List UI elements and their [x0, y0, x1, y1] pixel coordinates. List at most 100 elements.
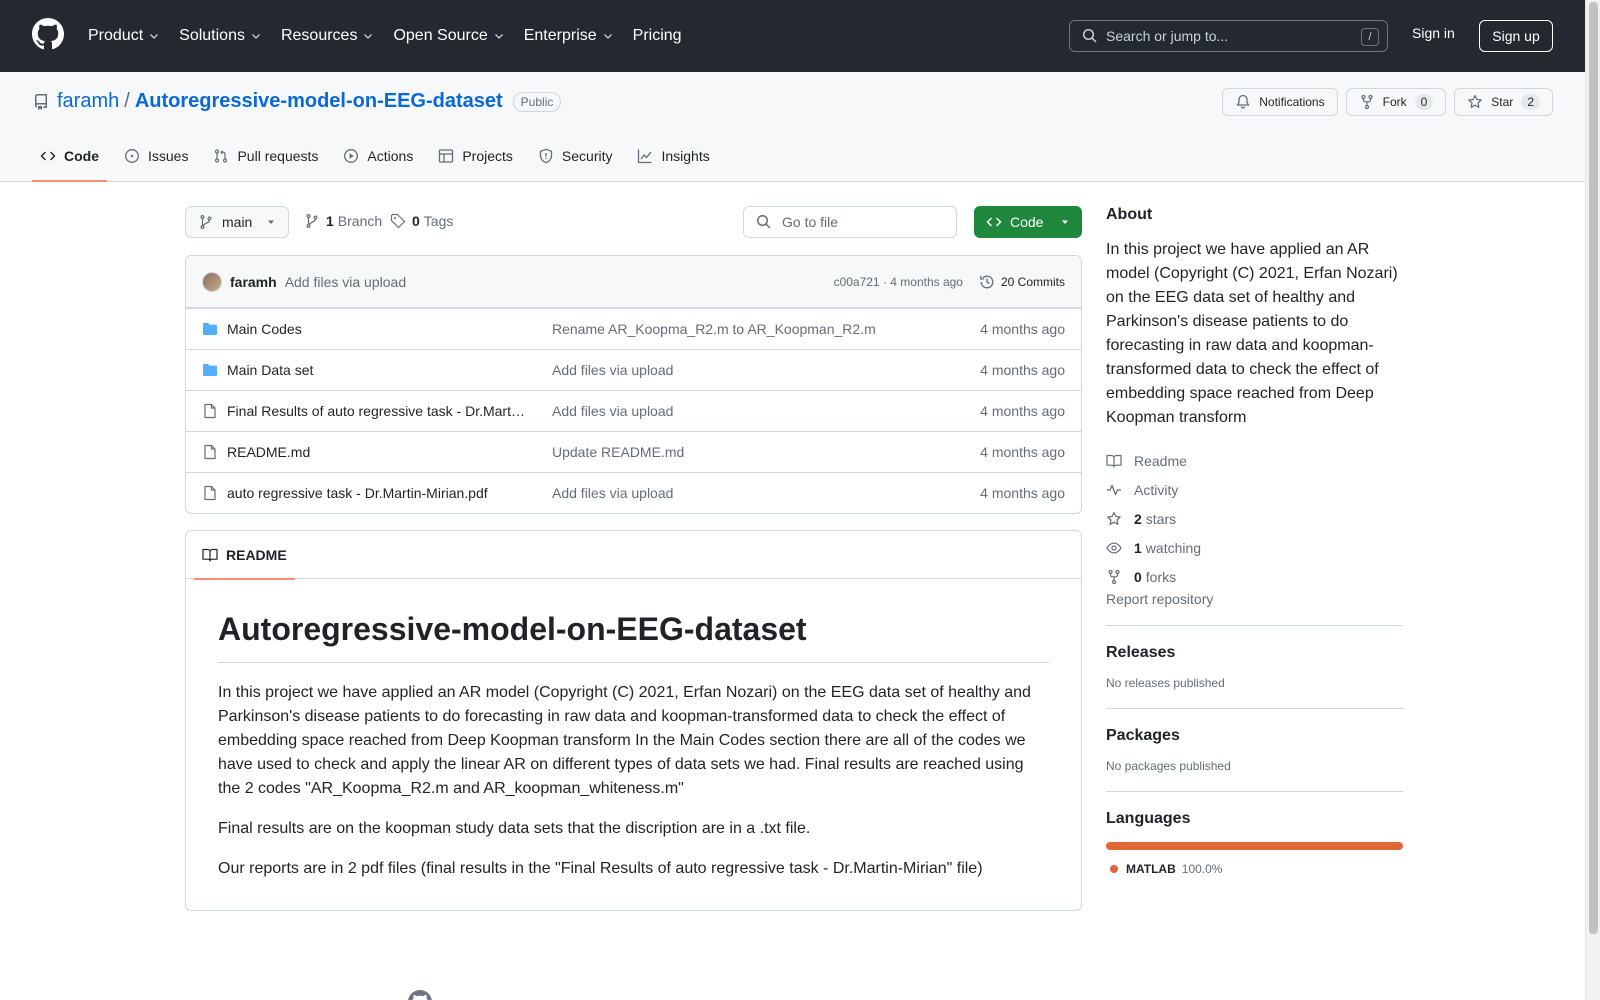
readme-tabbar: README [186, 531, 1081, 580]
releases-empty-text: No releases published [1106, 676, 1225, 690]
chevron-down-icon [603, 34, 612, 39]
star-button[interactable]: Star 2 [1454, 88, 1553, 116]
repo-sidebar: About In this project we have applied an… [1106, 206, 1403, 876]
file-row[interactable]: Final Results of auto regressive task - … [186, 390, 1081, 431]
notifications-button[interactable]: Notifications [1222, 88, 1338, 116]
language-percent: 100.0% [1181, 862, 1223, 876]
fork-button[interactable]: Fork 0 [1345, 88, 1447, 116]
tags-link[interactable]: 0 Tags [390, 213, 453, 229]
star-icon [1468, 94, 1483, 108]
nav-solutions[interactable]: Solutions [179, 27, 262, 45]
tab-security[interactable]: Security [530, 129, 621, 182]
readme-link-label: Readme [1134, 452, 1187, 469]
repo-tabs: Code Issues Pull requests Actions Projec… [32, 129, 727, 182]
divider [1106, 625, 1403, 626]
tab-code-label: Code [64, 147, 99, 164]
sign-in-link[interactable]: Sign in [1412, 25, 1455, 41]
commit-message[interactable]: Add files via upload [285, 274, 406, 290]
github-footer-logo-icon[interactable] [408, 990, 432, 1000]
folder-icon [203, 323, 217, 335]
tab-insights[interactable]: Insights [629, 129, 717, 182]
folder-icon [203, 364, 217, 376]
repo-separator: / [124, 90, 130, 112]
about-heading: About [1106, 206, 1153, 223]
forks-count: 0 [1134, 568, 1142, 585]
branch-selector[interactable]: main [185, 206, 289, 238]
branch-label: Branch [337, 213, 383, 229]
readme-link[interactable]: Readme [1106, 446, 1403, 475]
forks-link[interactable]: 0 forks [1106, 562, 1403, 591]
file-row[interactable]: Main Codes Rename AR_Koopma_R2.m to AR_K… [186, 308, 1081, 349]
tab-pull-requests[interactable]: Pull requests [205, 129, 326, 182]
tab-projects[interactable]: Projects [430, 129, 521, 182]
tab-security-label: Security [561, 147, 613, 164]
readme-paragraph: In this project we have applied an AR mo… [218, 684, 1031, 797]
nav-product[interactable]: Product [88, 27, 160, 45]
table-icon [439, 148, 454, 163]
commit-hash-date[interactable]: c00a721 · 4 months ago [834, 275, 963, 289]
commits-count: 20 Commits [1000, 275, 1065, 289]
file-name[interactable]: auto regressive task - Dr.Martin-Mirian.… [227, 485, 527, 501]
repo-owner-link[interactable]: faramh [57, 90, 119, 113]
readme-body: Autoregressive-model-on-EEG-dataset In t… [186, 579, 1081, 929]
divider [1106, 708, 1403, 709]
stars-label: stars [1145, 510, 1177, 527]
notifications-label: Notifications [1259, 95, 1325, 109]
nav-enterprise[interactable]: Enterprise [524, 27, 614, 45]
stars-link[interactable]: 2 stars [1106, 504, 1403, 533]
eye-icon [1106, 542, 1122, 553]
tab-code[interactable]: Code [32, 129, 107, 182]
book-icon [1106, 454, 1122, 468]
watching-label: watching [1145, 539, 1202, 556]
watching-link[interactable]: 1 watching [1106, 533, 1403, 562]
code-dropdown-button[interactable]: Code [974, 206, 1082, 238]
code-button-label: Code [1010, 214, 1044, 230]
scrollbar-thumb[interactable] [1589, 2, 1598, 934]
nav-pricing[interactable]: Pricing [633, 27, 682, 45]
page-scrollbar[interactable] [1585, 0, 1600, 1000]
file-date: 4 months ago [980, 403, 1065, 419]
branches-link[interactable]: 1 Branch [304, 213, 382, 229]
readme-tab[interactable]: README [194, 531, 295, 580]
tab-issues[interactable]: Issues [116, 129, 196, 182]
tab-actions[interactable]: Actions [335, 129, 421, 182]
file-row[interactable]: Main Data set Add files via upload 4 mon… [186, 349, 1081, 390]
graph-icon [638, 149, 652, 163]
packages-heading[interactable]: Packages [1106, 727, 1403, 745]
file-date: 4 months ago [980, 362, 1065, 378]
commits-link[interactable]: 20 Commits [979, 274, 1065, 290]
file-commit-message[interactable]: Update README.md [552, 444, 684, 460]
file-commit-message[interactable]: Add files via upload [552, 403, 673, 419]
file-commit-message[interactable]: Add files via upload [552, 362, 673, 378]
file-name[interactable]: README.md [227, 444, 527, 460]
search-icon [756, 214, 771, 229]
language-item-matlab[interactable]: MATLAB 100.0% [1106, 862, 1403, 876]
file-name[interactable]: Final Results of auto regressive task - … [227, 403, 527, 419]
file-row[interactable]: auto regressive task - Dr.Martin-Mirian.… [186, 472, 1081, 513]
nav-open-source[interactable]: Open Source [393, 27, 504, 45]
repo-name-link[interactable]: Autoregressive-model-on-EEG-dataset [135, 90, 503, 113]
file-date: 4 months ago [980, 444, 1065, 460]
commit-author[interactable]: faramh [230, 274, 277, 290]
go-to-file-input[interactable]: Go to file [743, 206, 957, 238]
search-input[interactable]: Search or jump to... / [1069, 20, 1388, 52]
nav-resources[interactable]: Resources [281, 27, 374, 45]
activity-link[interactable]: Activity [1106, 475, 1403, 504]
file-commit-message[interactable]: Rename AR_Koopma_R2.m to AR_Koopman_R2.m [552, 321, 876, 337]
language-name: MATLAB [1126, 862, 1176, 876]
stars-count: 2 [1134, 510, 1142, 527]
fork-label: Fork [1382, 95, 1407, 109]
repo-actions: Notifications Fork 0 Star 2 [1214, 88, 1553, 116]
sign-up-button[interactable]: Sign up [1479, 20, 1553, 52]
commit-meta: c00a721 · 4 months ago 20 Commits [834, 256, 1065, 308]
report-repository-link[interactable]: Report repository [1106, 591, 1213, 607]
branch-icon [306, 214, 318, 229]
github-logo-icon[interactable] [32, 18, 64, 50]
releases-heading[interactable]: Releases [1106, 644, 1403, 662]
nav-resources-label: Resources [280, 27, 358, 44]
file-name[interactable]: Main Codes [227, 321, 527, 337]
avatar[interactable] [202, 271, 222, 292]
file-row[interactable]: README.md Update README.md 4 months ago [186, 431, 1081, 472]
file-commit-message[interactable]: Add files via upload [552, 485, 673, 501]
file-name[interactable]: Main Data set [227, 362, 527, 378]
